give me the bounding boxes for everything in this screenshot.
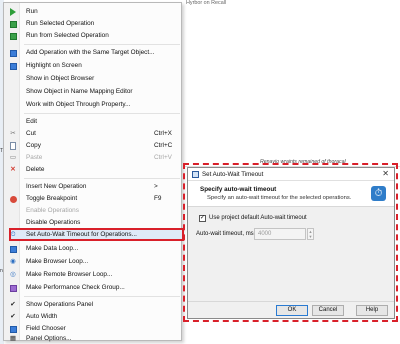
menu-item-label: Field Chooser	[26, 325, 66, 332]
cut-icon: ✂	[10, 129, 16, 137]
menu-item-label: Make Performance Check Group...	[26, 284, 125, 291]
menu-item-show-in-object-browser[interactable]: Show in Object Browser	[4, 73, 181, 85]
menu-item-make-remote-browser-loop[interactable]: ◎ Make Remote Browser Loop...	[4, 269, 181, 281]
use-default-timeout-checkbox[interactable]: ✓	[199, 215, 206, 222]
run-play-icon	[9, 8, 17, 16]
menu-item-paste[interactable]: ▭ Paste Ctrl+V	[4, 152, 181, 164]
menu-item-label: Show in Object Browser	[26, 75, 95, 82]
dialog-header-title: Specify auto-wait timeout	[200, 186, 277, 193]
highlight-icon	[9, 62, 17, 70]
menu-separator	[24, 113, 180, 114]
menu-item-label: Enable Operations	[26, 207, 79, 214]
copy-icon	[9, 142, 17, 150]
dialog-header: Specify auto-wait timeout Specify an aut…	[188, 181, 394, 207]
timeout-field-label: Auto-wait timeout, ms:	[196, 231, 256, 237]
context-menu: Run Run Selected Operation Run from Sele…	[3, 2, 184, 344]
run-selected-icon	[9, 20, 17, 28]
menu-item-label: Make Remote Browser Loop...	[26, 271, 113, 278]
delete-icon: ✕	[10, 165, 16, 173]
check-icon: ✔	[10, 312, 16, 320]
timeout-input[interactable]: 4000	[254, 228, 306, 240]
menu-item-label: Cut	[26, 130, 36, 137]
stopwatch-icon: ⏱	[371, 186, 386, 201]
menu-item-add-operation[interactable]: Add Operation with the Same Target Objec…	[4, 47, 181, 59]
menu-item-label: Make Browser Loop...	[26, 258, 89, 265]
menu-item-enable-operations[interactable]: Enable Operations	[4, 205, 181, 217]
menu-item-label: Edit	[26, 118, 38, 125]
menu-item-label: Delete	[26, 166, 45, 173]
menu-item-make-data-loop[interactable]: Make Data Loop...	[4, 243, 181, 255]
timeout-spinner[interactable]: ▲ ▼	[307, 228, 314, 240]
dialog-app-icon	[192, 171, 199, 178]
menu-item-work-with-object[interactable]: Work with Object Through Property...	[4, 99, 181, 111]
menu-separator	[24, 296, 180, 297]
remote-browser-icon: ◎	[10, 270, 16, 278]
menu-item-insert-new-operation[interactable]: Insert New Operation >	[4, 181, 181, 193]
menu-item-shortcut: Ctrl+C	[154, 142, 173, 149]
dialog-title: Set Auto-Wait Timeout	[202, 171, 264, 178]
menu-item-highlight-on-screen[interactable]: Highlight on Screen	[4, 60, 181, 72]
menu-item-label: Show Operations Panel	[26, 301, 94, 308]
menu-item-label: Set Auto-Wait Timeout for Operations...	[26, 231, 137, 238]
menu-item-label: Run from Selected Operation	[26, 32, 109, 39]
background-editor-area	[184, 0, 400, 160]
browser-loop-icon: ◉	[10, 257, 16, 265]
dialog-titlebar: Set Auto-Wait Timeout ✕	[188, 168, 394, 181]
menu-item-label: Insert New Operation	[26, 183, 87, 190]
menu-item-label: Work with Object Through Property...	[26, 101, 131, 108]
ok-button[interactable]: OK	[276, 305, 308, 316]
menu-item-toggle-breakpoint[interactable]: Toggle Breakpoint F9	[4, 193, 181, 205]
menu-item-label: Panel Options...	[26, 335, 72, 342]
menu-item-label: Copy	[26, 142, 41, 149]
menu-item-cut[interactable]: ✂ Cut Ctrl+X	[4, 128, 181, 140]
menu-separator	[24, 44, 180, 45]
dialog-footer: OK Cancel Help	[188, 301, 394, 318]
auto-wait-timeout-dialog: Set Auto-Wait Timeout ✕ Specify auto-wai…	[187, 167, 395, 319]
field-chooser-icon	[9, 325, 17, 333]
breakpoint-icon	[9, 195, 17, 203]
menu-item-label: Toggle Breakpoint	[26, 195, 78, 202]
cancel-button[interactable]: Cancel	[312, 305, 344, 316]
menu-item-label: Paste	[26, 154, 43, 161]
menu-separator	[24, 178, 180, 179]
menu-item-label: Auto Width	[26, 313, 58, 320]
check-icon: ✔	[10, 300, 16, 308]
menu-item-copy[interactable]: Copy Ctrl+C	[4, 140, 181, 152]
panel-options-icon: ▦	[9, 334, 17, 342]
menu-item-set-auto-wait-timeout[interactable]: ⏲ Set Auto-Wait Timeout for Operations..…	[4, 229, 181, 241]
menu-item-delete[interactable]: ✕ Delete	[4, 164, 181, 176]
help-button[interactable]: Help	[356, 305, 388, 316]
menu-item-run-selected-operation[interactable]: Run Selected Operation	[4, 18, 181, 30]
menu-item-label: Add Operation with the Same Target Objec…	[26, 49, 155, 56]
menu-item-make-performance-check-group[interactable]: Make Performance Check Group...	[4, 282, 181, 294]
add-operation-icon	[9, 49, 17, 57]
background-tab-text: Hyrbor on Recall	[186, 0, 227, 6]
paste-icon: ▭	[9, 153, 17, 161]
submenu-arrow-icon: >	[154, 183, 158, 190]
run-from-icon	[9, 32, 17, 40]
use-default-timeout-label: Use project default Auto-wait timeout	[209, 215, 307, 221]
menu-item-label: Show Object in Name Mapping Editor	[26, 88, 133, 95]
menu-item-edit[interactable]: Edit	[4, 116, 181, 128]
menu-item-shortcut: F9	[154, 195, 162, 202]
menu-item-show-in-name-mapping[interactable]: Show Object in Name Mapping Editor	[4, 86, 181, 98]
menu-item-shortcut: Ctrl+V	[154, 154, 172, 161]
menu-item-panel-options[interactable]: ▦ Panel Options...	[4, 333, 181, 344]
menu-item-label: Run	[26, 8, 38, 15]
menu-item-make-browser-loop[interactable]: ◉ Make Browser Loop...	[4, 256, 181, 268]
menu-item-auto-width[interactable]: ✔ Auto Width	[4, 311, 181, 323]
performance-icon	[9, 284, 17, 292]
close-icon[interactable]: ✕	[382, 169, 389, 178]
menu-item-label: Make Data Loop...	[26, 245, 79, 252]
menu-item-label: Disable Operations	[26, 219, 81, 226]
timeout-icon: ⏲	[10, 230, 16, 238]
menu-item-show-operations-panel[interactable]: ✔ Show Operations Panel	[4, 299, 181, 311]
menu-item-run-from-selected-operation[interactable]: Run from Selected Operation	[4, 30, 181, 42]
data-loop-icon	[9, 245, 17, 253]
menu-item-label: Highlight on Screen	[26, 62, 82, 69]
menu-item-shortcut: Ctrl+X	[154, 130, 172, 137]
dialog-header-subtitle: Specify an auto-wait timeout for the sel…	[207, 195, 352, 201]
menu-item-run[interactable]: Run	[4, 6, 181, 18]
menu-item-label: Run Selected Operation	[26, 20, 95, 27]
